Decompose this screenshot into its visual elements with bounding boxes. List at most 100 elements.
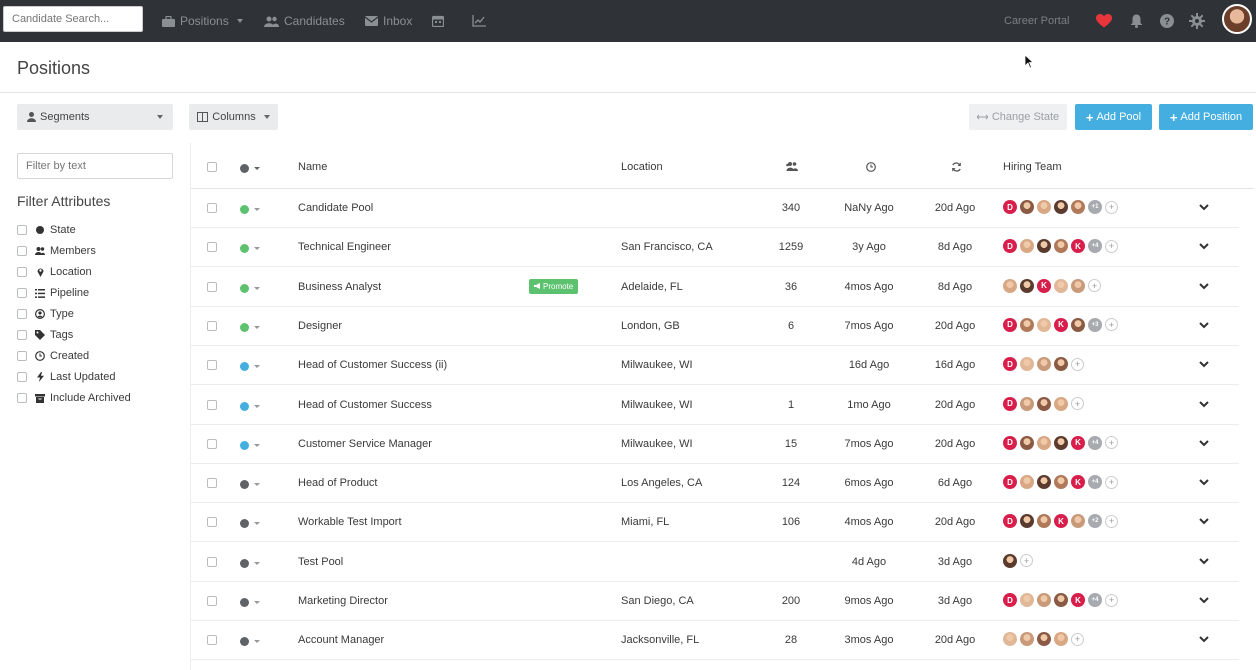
chevron-down-icon[interactable] bbox=[1199, 636, 1209, 643]
member-avatar[interactable] bbox=[1020, 357, 1034, 372]
filter-attr-created[interactable]: Created bbox=[17, 350, 89, 362]
more-members-badge[interactable]: +2 bbox=[1088, 514, 1102, 529]
filter-attr-tags[interactable]: Tags bbox=[17, 329, 73, 341]
checkbox[interactable] bbox=[17, 351, 27, 361]
table-row[interactable]: Designer London, GB 6 7mos Ago 20d Ago D K +3 + bbox=[191, 307, 1239, 346]
member-avatar[interactable] bbox=[1054, 278, 1068, 293]
member-initial-avatar[interactable]: D bbox=[1003, 239, 1017, 254]
state-dot[interactable] bbox=[240, 440, 249, 450]
chevron-down-icon[interactable] bbox=[254, 404, 260, 408]
member-avatar[interactable] bbox=[1054, 200, 1068, 214]
filter-attr-last-updated[interactable]: Last Updated bbox=[17, 371, 115, 383]
filter-attr-pipeline[interactable]: Pipeline bbox=[17, 287, 89, 299]
chevron-down-icon[interactable] bbox=[254, 601, 260, 604]
member-avatar[interactable] bbox=[1037, 435, 1051, 450]
member-avatar[interactable] bbox=[1054, 435, 1068, 450]
member-avatar[interactable] bbox=[1020, 278, 1034, 293]
chevron-down-icon[interactable] bbox=[1199, 557, 1209, 565]
row-checkbox[interactable] bbox=[207, 596, 217, 606]
row-checkbox[interactable] bbox=[207, 438, 217, 449]
add-member-button[interactable]: + bbox=[1088, 279, 1101, 293]
more-members-badge[interactable]: +1 bbox=[1088, 200, 1102, 214]
user-avatar[interactable] bbox=[1222, 4, 1252, 34]
state-dot[interactable] bbox=[240, 401, 249, 411]
member-avatar[interactable] bbox=[1054, 239, 1068, 254]
state-dot[interactable] bbox=[240, 362, 249, 372]
state-dot[interactable] bbox=[240, 244, 249, 254]
checkbox[interactable] bbox=[17, 372, 27, 382]
column-header-name[interactable]: Name bbox=[298, 161, 327, 173]
position-name[interactable]: Head of Product bbox=[298, 477, 378, 489]
chevron-down-icon[interactable] bbox=[1199, 243, 1209, 250]
add-member-button[interactable]: + bbox=[1105, 318, 1118, 332]
member-avatar[interactable] bbox=[1020, 200, 1034, 214]
filter-attr-members[interactable]: Members bbox=[17, 245, 96, 257]
chevron-down-icon[interactable] bbox=[1199, 518, 1209, 525]
more-members-badge[interactable]: +3 bbox=[1088, 317, 1102, 332]
add-member-button[interactable]: + bbox=[1105, 436, 1118, 450]
member-initial-avatar[interactable]: D bbox=[1003, 475, 1017, 490]
member-initial-avatar[interactable]: D bbox=[1003, 593, 1017, 607]
add-member-button[interactable]: + bbox=[1105, 239, 1118, 253]
member-avatar[interactable] bbox=[1037, 396, 1051, 411]
position-name[interactable]: Customer Service Manager bbox=[298, 438, 432, 450]
member-initial-avatar[interactable]: D bbox=[1003, 317, 1017, 332]
table-row[interactable]: Marketing Director San Diego, CA 200 9mos A… bbox=[191, 582, 1239, 621]
member-initial-avatar[interactable]: D bbox=[1003, 200, 1017, 214]
state-dot[interactable] bbox=[240, 205, 249, 214]
checkbox[interactable] bbox=[17, 309, 27, 319]
nav-calendar[interactable] bbox=[432, 0, 449, 42]
member-avatar[interactable] bbox=[1020, 593, 1034, 607]
state-dot[interactable] bbox=[240, 322, 249, 332]
member-initial-avatar[interactable]: K bbox=[1054, 514, 1068, 529]
row-checkbox[interactable] bbox=[207, 478, 217, 489]
more-members-badge[interactable]: +4 bbox=[1088, 435, 1102, 450]
add-pool-button[interactable]: + Add Pool bbox=[1075, 104, 1152, 130]
member-avatar[interactable] bbox=[1020, 475, 1034, 490]
row-checkbox[interactable] bbox=[207, 242, 217, 253]
row-checkbox[interactable] bbox=[207, 517, 217, 528]
chevron-down-icon[interactable] bbox=[254, 325, 260, 329]
position-name[interactable]: Candidate Pool bbox=[298, 202, 373, 214]
member-avatar[interactable] bbox=[1071, 278, 1085, 293]
filter-attr-type[interactable]: Type bbox=[17, 308, 74, 320]
nav-positions[interactable]: Positions bbox=[162, 0, 243, 42]
select-all-checkbox[interactable] bbox=[207, 162, 217, 172]
career-portal-link[interactable]: Career Portal bbox=[1004, 0, 1069, 42]
column-header-hiring-team[interactable]: Hiring Team bbox=[1003, 161, 1062, 173]
more-members-badge[interactable]: +4 bbox=[1088, 593, 1102, 607]
chevron-down-icon[interactable] bbox=[1199, 400, 1209, 408]
position-name[interactable]: Head of Customer Success (ii) bbox=[298, 359, 447, 371]
member-avatar[interactable] bbox=[1037, 475, 1051, 490]
help-button[interactable]: ? bbox=[1160, 0, 1174, 42]
candidate-search-input[interactable] bbox=[3, 6, 143, 32]
member-initial-avatar[interactable]: D bbox=[1003, 514, 1017, 529]
chevron-down-icon[interactable] bbox=[254, 365, 260, 369]
members-column-icon[interactable] bbox=[786, 162, 798, 174]
change-state-button[interactable]: Change State bbox=[969, 104, 1067, 130]
member-avatar[interactable] bbox=[1020, 239, 1034, 254]
chevron-down-icon[interactable] bbox=[254, 286, 260, 290]
table-row[interactable]: Head of Customer Success Milwaukee, WI 1 1m… bbox=[191, 386, 1239, 425]
state-filter-dot[interactable] bbox=[240, 164, 249, 173]
member-avatar[interactable] bbox=[1020, 632, 1034, 647]
member-initial-avatar[interactable]: K bbox=[1071, 475, 1085, 490]
member-avatar[interactable] bbox=[1020, 514, 1034, 529]
state-dot[interactable] bbox=[240, 480, 249, 490]
columns-dropdown[interactable]: Columns bbox=[189, 104, 278, 130]
state-dot[interactable] bbox=[240, 283, 249, 293]
row-checkbox[interactable] bbox=[207, 635, 217, 646]
nav-inbox[interactable]: Inbox bbox=[365, 0, 412, 42]
table-row[interactable]: Head of Customer Success (ii) Milwaukee, … bbox=[191, 346, 1239, 386]
member-avatar[interactable] bbox=[1054, 396, 1068, 411]
position-name[interactable]: Technical Engineer bbox=[298, 241, 391, 253]
row-checkbox[interactable] bbox=[207, 360, 217, 371]
member-avatar[interactable] bbox=[1054, 632, 1068, 647]
member-avatar[interactable] bbox=[1003, 553, 1017, 568]
member-avatar[interactable] bbox=[1020, 435, 1034, 450]
checkbox[interactable] bbox=[17, 267, 27, 277]
checkbox[interactable] bbox=[17, 225, 27, 235]
position-name[interactable]: Business Analyst bbox=[298, 281, 381, 293]
member-avatar[interactable] bbox=[1054, 593, 1068, 607]
row-checkbox[interactable] bbox=[207, 281, 217, 292]
